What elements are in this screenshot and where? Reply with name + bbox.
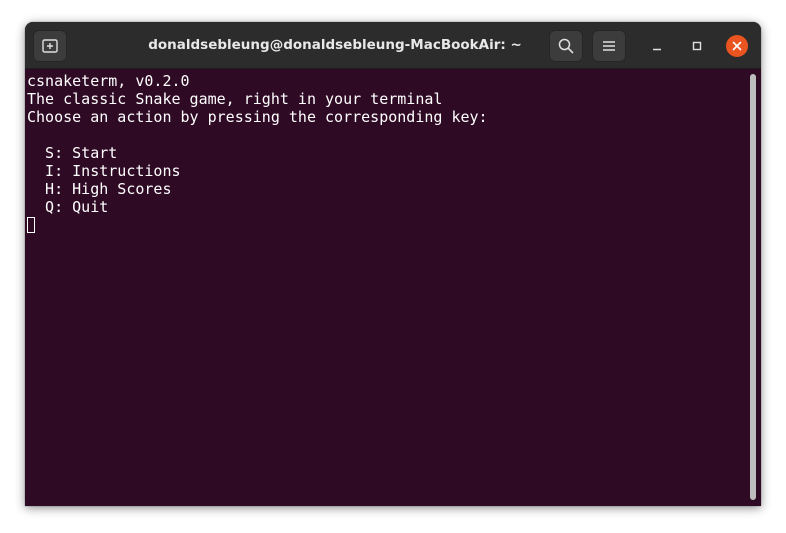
window-title: donaldsebleung@donaldsebleung-MacBookAir… xyxy=(148,37,522,53)
terminal-line: csnaketerm, v0.2.0 xyxy=(27,72,190,90)
new-tab-icon xyxy=(42,39,58,53)
close-button[interactable] xyxy=(726,35,748,57)
minimize-button[interactable] xyxy=(646,35,668,57)
maximize-button[interactable] xyxy=(686,35,708,57)
minimize-icon xyxy=(653,48,661,51)
menu-option-high-scores: H: High Scores xyxy=(27,180,172,198)
menu-option-instructions: I: Instructions xyxy=(27,162,181,180)
terminal-line: Choose an action by pressing the corresp… xyxy=(27,108,488,126)
terminal-window: donaldsebleung@donaldsebleung-MacBookAir… xyxy=(25,22,761,506)
menu-button[interactable] xyxy=(592,30,626,62)
terminal-output[interactable]: csnaketerm, v0.2.0 The classic Snake gam… xyxy=(25,70,745,506)
terminal-line: The classic Snake game, right in your te… xyxy=(27,90,443,108)
new-tab-button[interactable] xyxy=(33,30,67,62)
terminal-cursor xyxy=(27,217,35,233)
hamburger-menu-icon xyxy=(603,41,615,51)
search-icon xyxy=(558,38,574,54)
menu-option-start: S: Start xyxy=(27,144,118,162)
menu-option-quit: Q: Quit xyxy=(27,198,109,216)
close-icon xyxy=(732,41,742,51)
maximize-icon xyxy=(692,41,702,51)
search-button[interactable] xyxy=(549,30,583,62)
terminal-scrollbar[interactable] xyxy=(750,74,756,500)
title-bar[interactable]: donaldsebleung@donaldsebleung-MacBookAir… xyxy=(25,22,761,69)
